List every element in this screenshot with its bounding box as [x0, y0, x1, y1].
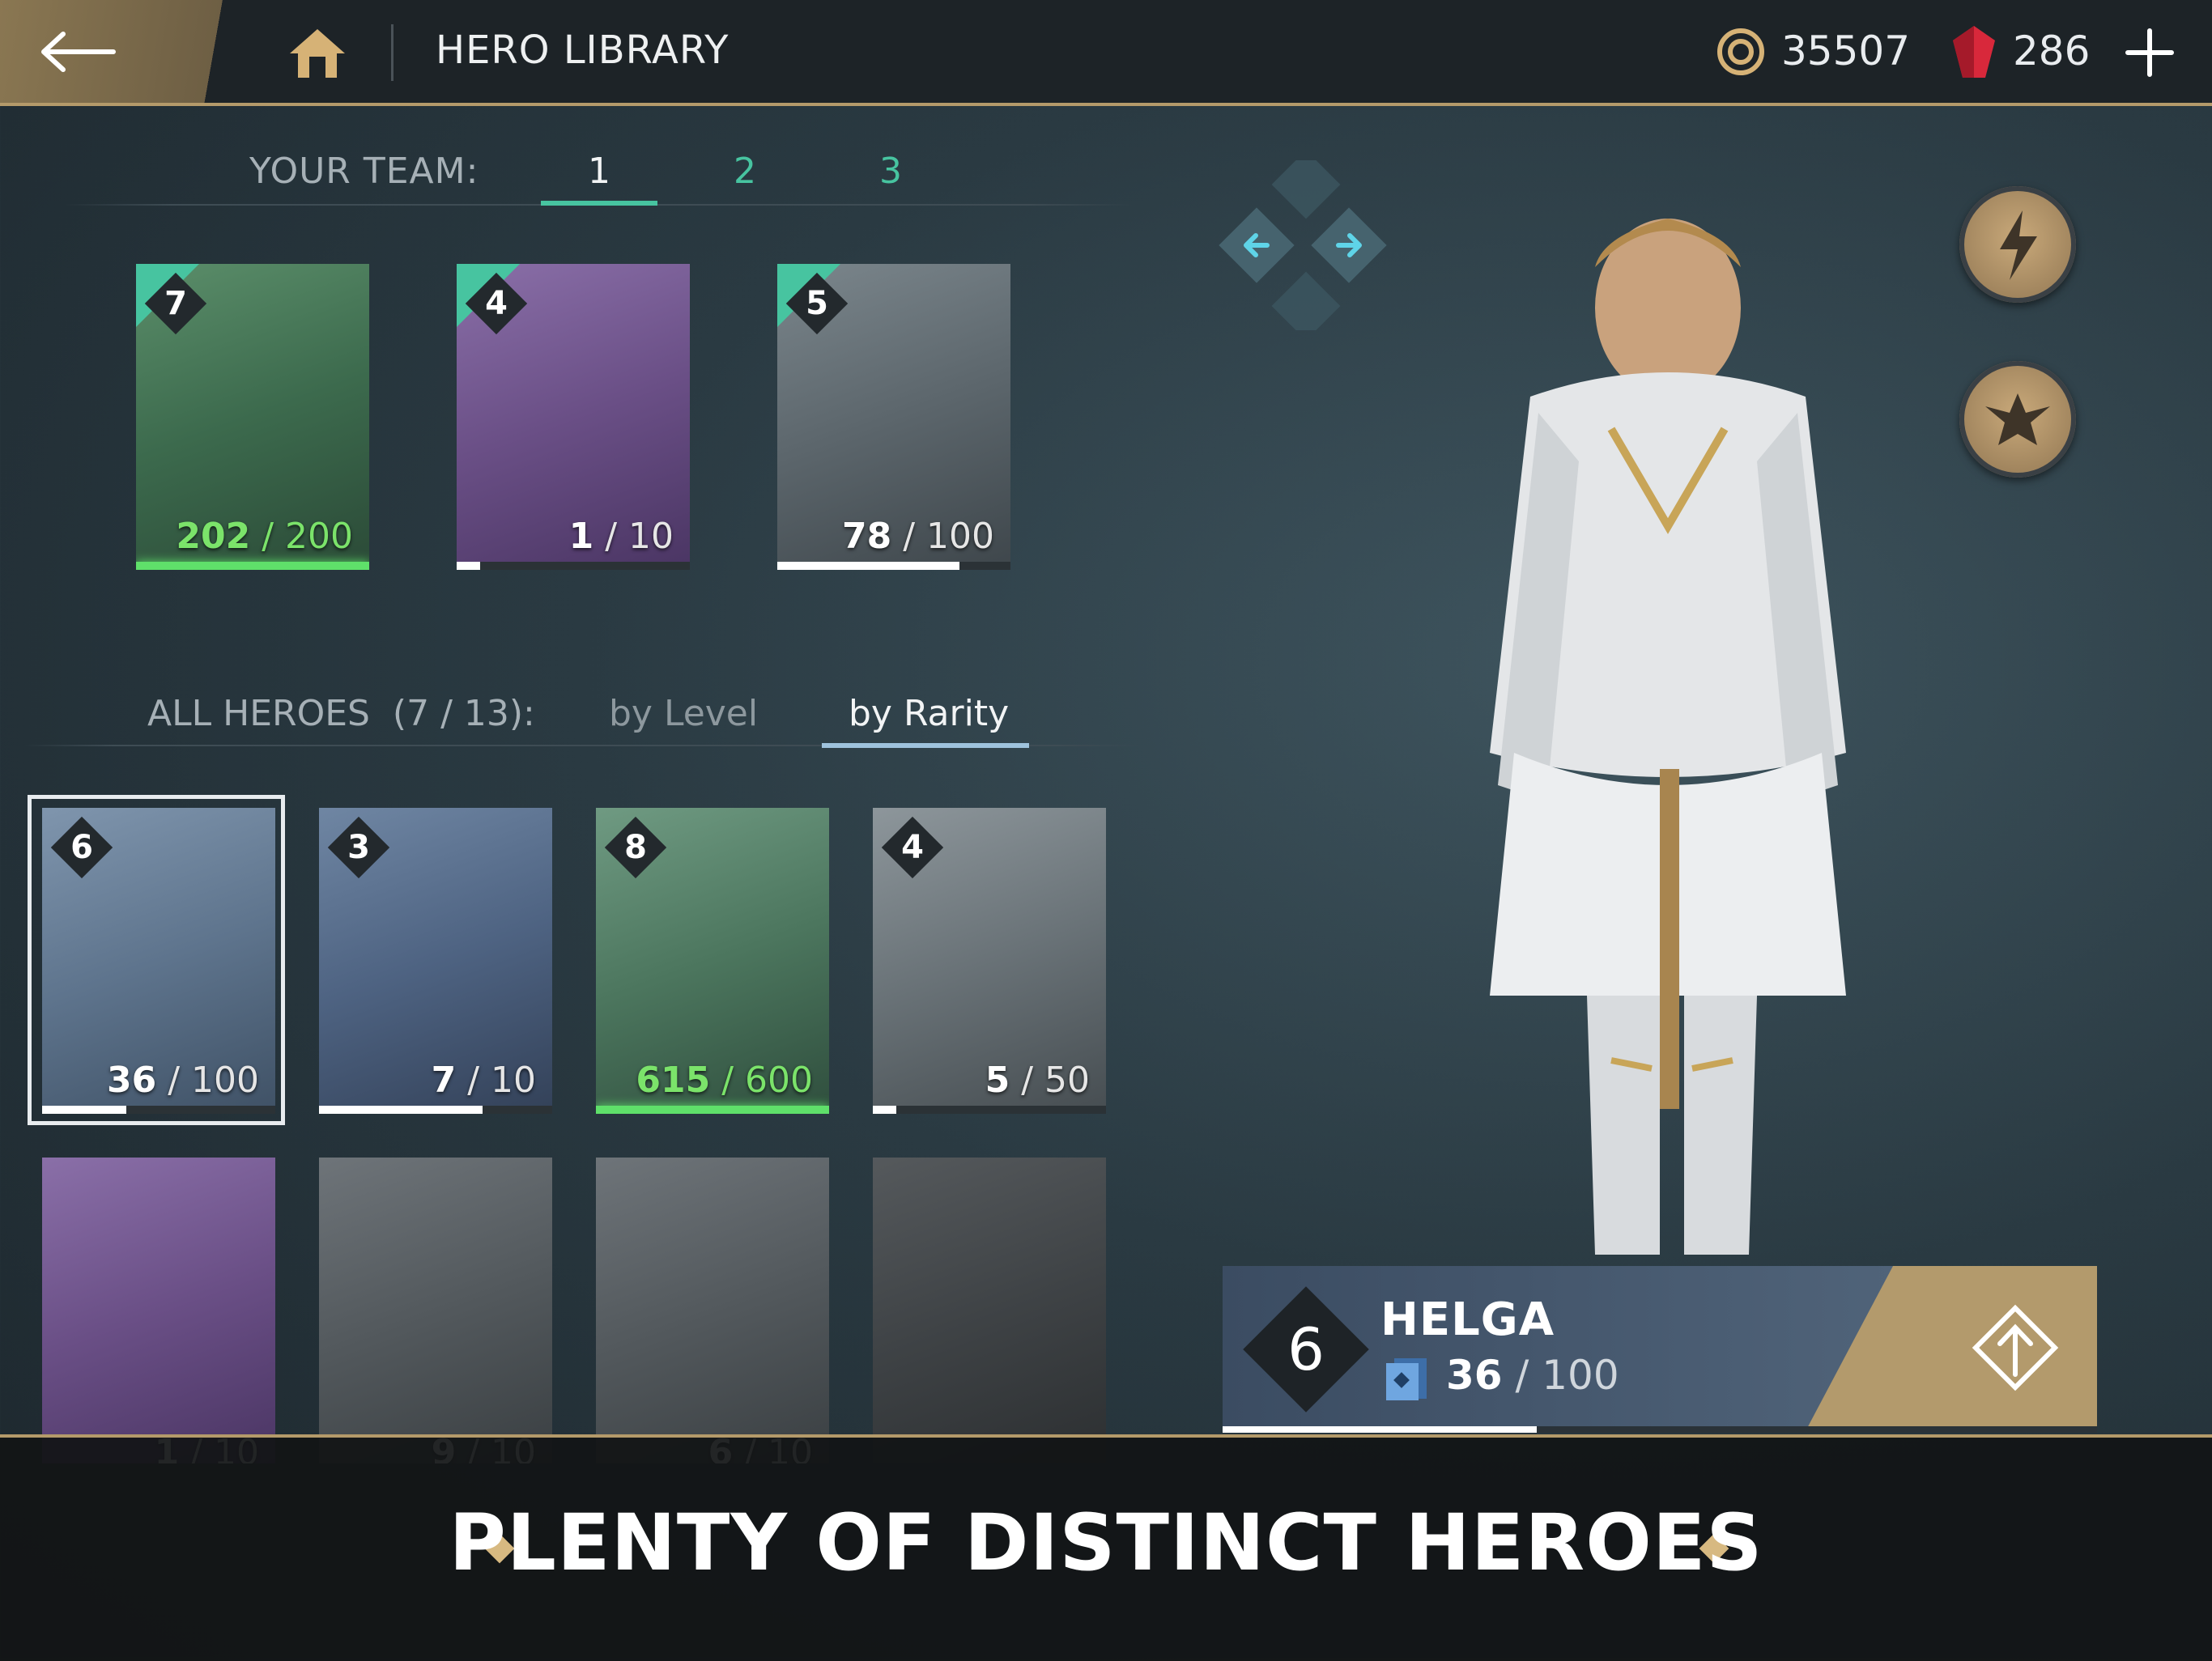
next-hero-button[interactable]: [1312, 210, 1393, 283]
team-hero-card[interactable]: 5 78 / 100: [777, 264, 1010, 570]
hero-portrait: [873, 1158, 1106, 1463]
card-progress: 7 / 10: [431, 1060, 536, 1101]
home-icon: [290, 29, 345, 78]
team-tab-3[interactable]: 3: [834, 151, 947, 192]
upgrade-icon[interactable]: [1971, 1303, 2060, 1395]
gem-icon: [1951, 24, 1997, 83]
back-button[interactable]: [0, 0, 267, 103]
hero-card-progress: 36 / 100: [1446, 1352, 1619, 1399]
card-progress: 36 / 100: [106, 1060, 259, 1101]
coin-balance: 35507: [1781, 28, 1911, 74]
gem-balance: 286: [2013, 28, 2091, 74]
card-progress-bar: [873, 1106, 1106, 1114]
ability-eagle-icon[interactable]: [1959, 361, 2076, 478]
plus-icon: [2125, 28, 2174, 77]
team-hero-card[interactable]: 7 202 / 200: [136, 264, 369, 570]
hero-card[interactable]: 8 615 / 600: [596, 808, 829, 1114]
hero-card-locked[interactable]: [873, 1158, 1106, 1463]
level-number: 6: [70, 829, 93, 866]
card-progress: 202 / 200: [176, 516, 353, 557]
title-separator: [391, 24, 393, 81]
active-sort-indicator: [822, 743, 1029, 748]
coin-icon: [1716, 28, 1765, 79]
hero-cards-icon: [1383, 1357, 1430, 1405]
level-number: 7: [164, 285, 187, 322]
hero-card[interactable]: 4 5 / 50: [873, 808, 1106, 1114]
card-progress-bar: [596, 1106, 829, 1114]
card-progress-bar: [136, 562, 369, 570]
active-team-tab-indicator: [541, 201, 657, 206]
banner-text: PLENTY OF DISTINCT HEROES: [449, 1497, 1763, 1588]
card-progress: 78 / 100: [841, 516, 994, 557]
level-number: 3: [347, 829, 370, 866]
team-tab-1[interactable]: 1: [542, 151, 656, 192]
hero-model: [1425, 186, 1911, 1263]
hero-card[interactable]: 1 / 10: [42, 1158, 275, 1463]
hero-level: 6: [1287, 1315, 1325, 1383]
hero-portrait: [42, 1158, 275, 1463]
card-progress-bar: [457, 562, 690, 570]
all-heroes-label: ALL HEROES (7 / 13):: [147, 693, 535, 734]
previous-hero-button[interactable]: [1219, 210, 1300, 283]
back-arrow-icon: [41, 32, 116, 72]
card-progress-bar: [42, 1106, 275, 1114]
hero-portrait: [319, 1158, 552, 1463]
card-progress-bar: [319, 1106, 552, 1114]
card-progress: 1 / 10: [568, 516, 674, 557]
card-progress: 5 / 50: [985, 1060, 1090, 1101]
card-progress: 615 / 600: [636, 1060, 813, 1101]
team-hero-card[interactable]: 4 1 / 10: [457, 264, 690, 570]
team-label: YOUR TEAM:: [249, 151, 479, 192]
add-currency-button[interactable]: [2121, 24, 2178, 81]
hero-card-selected[interactable]: 6 36 / 100: [42, 808, 275, 1114]
sort-by-level-tab[interactable]: by Level: [609, 693, 758, 734]
sort-by-rarity-tab[interactable]: by Rarity: [849, 693, 1009, 734]
level-number: 4: [901, 829, 924, 866]
hero-name: HELGA: [1380, 1294, 1555, 1346]
hero-card-locked[interactable]: 9 / 10: [319, 1158, 552, 1463]
hero-card[interactable]: 3 7 / 10: [319, 808, 552, 1114]
home-button[interactable]: [285, 24, 350, 81]
hero-progress-bar-fill: [1223, 1426, 1537, 1433]
hero-portrait: [596, 1158, 829, 1463]
hero-card-locked[interactable]: 6 / 10: [596, 1158, 829, 1463]
level-number: 4: [485, 285, 508, 322]
ability-lightning-icon[interactable]: [1959, 186, 2076, 303]
card-progress-bar: [777, 562, 1010, 570]
level-number: 8: [624, 829, 647, 866]
level-number: 5: [806, 285, 828, 322]
page-title: HERO LIBRARY: [436, 28, 730, 73]
team-tab-2[interactable]: 2: [688, 151, 802, 192]
